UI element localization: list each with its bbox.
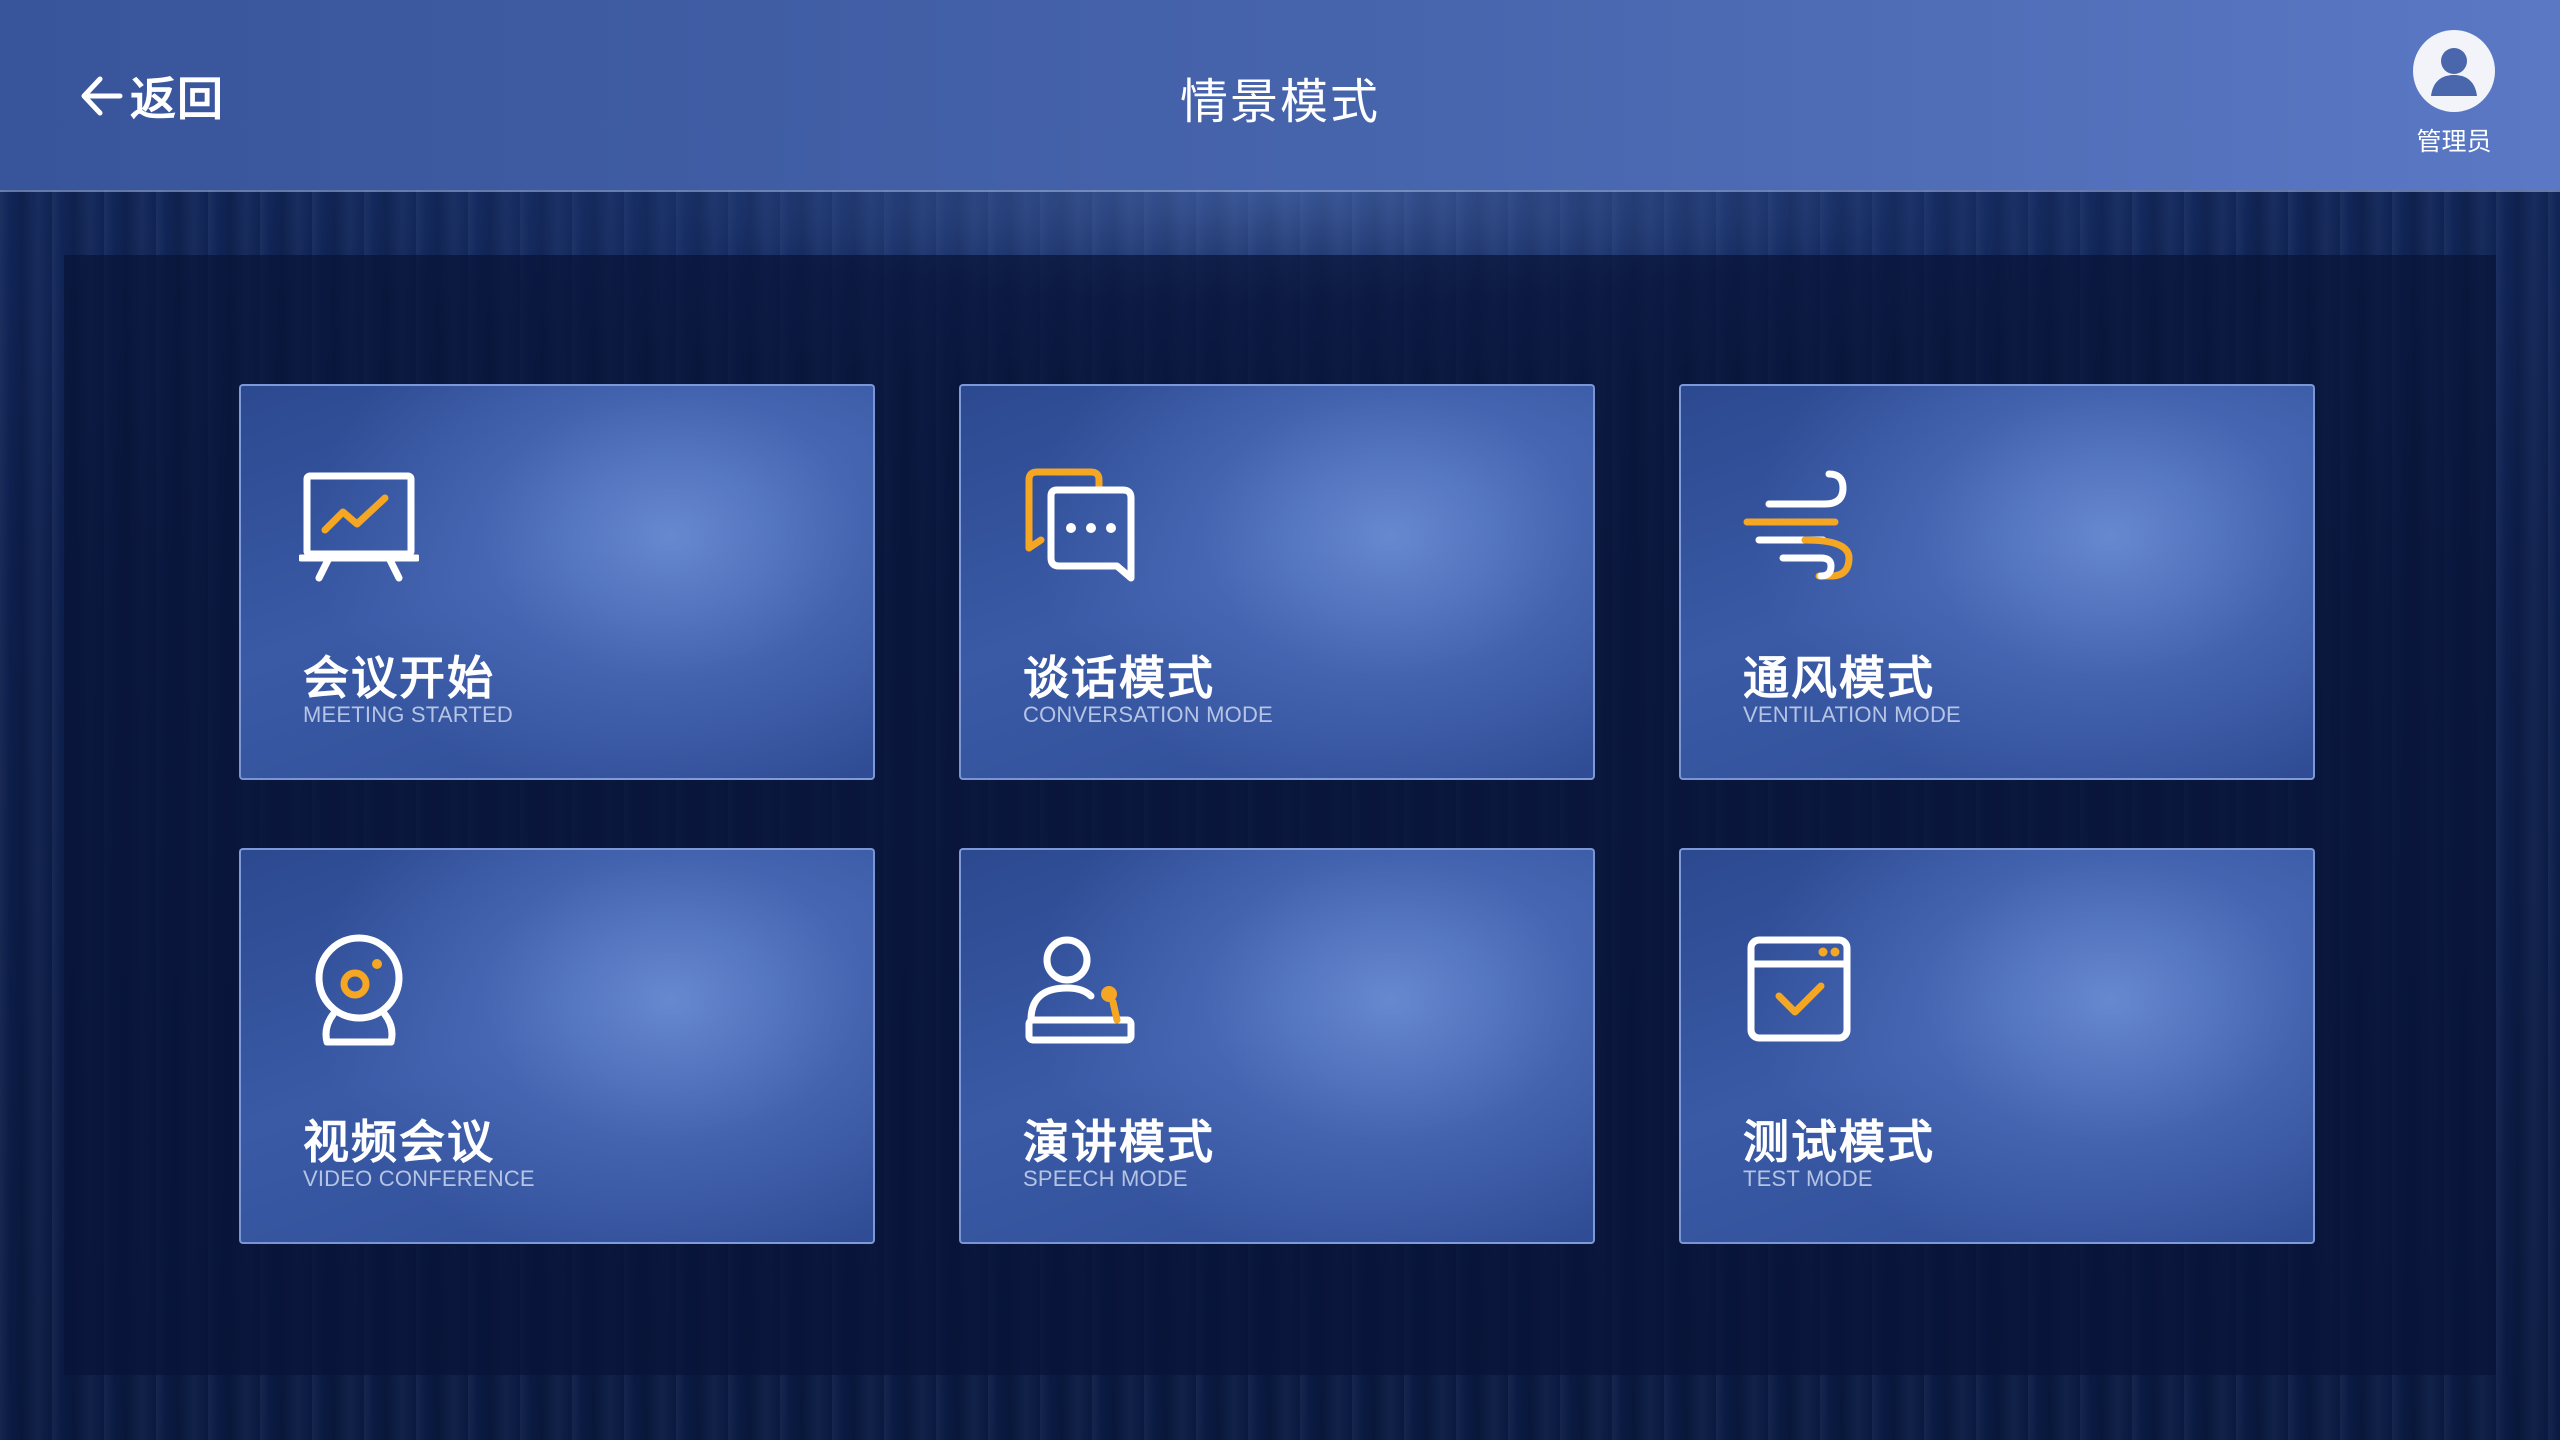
presentation-chart-icon xyxy=(297,466,421,586)
mode-subtitle: VENTILATION MODE xyxy=(1743,702,1961,727)
window-check-icon xyxy=(1739,930,1859,1050)
mode-subtitle: CONVERSATION MODE xyxy=(1023,702,1273,727)
avatar[interactable] xyxy=(2413,30,2495,112)
webcam-icon xyxy=(299,930,419,1050)
top-header: 返回 情景模式 管理员 xyxy=(0,0,2560,190)
user-name: 管理员 xyxy=(2416,127,2492,156)
mode-title: 通风模式 xyxy=(1743,651,1935,705)
mode-card-video-conference[interactable]: 视频会议 VIDEO CONFERENCE xyxy=(239,848,875,1244)
user-menu[interactable]: 管理员 xyxy=(2408,30,2500,158)
chat-bubbles-icon xyxy=(1019,466,1139,586)
scene-mode-screen: 返回 情景模式 管理员 会议开始 MEETING STARTED 谈话模式 CO… xyxy=(0,0,2560,1440)
mode-title: 视频会议 xyxy=(303,1115,495,1169)
speaker-podium-icon xyxy=(1019,930,1139,1050)
mode-title: 会议开始 xyxy=(303,651,495,705)
mode-title: 演讲模式 xyxy=(1023,1115,1215,1169)
mode-subtitle: VIDEO CONFERENCE xyxy=(303,1166,535,1191)
mode-panel: 会议开始 MEETING STARTED 谈话模式 CONVERSATION M… xyxy=(64,255,2496,1375)
mode-title: 谈话模式 xyxy=(1023,651,1215,705)
mode-title: 测试模式 xyxy=(1743,1115,1935,1169)
mode-grid: 会议开始 MEETING STARTED 谈话模式 CONVERSATION M… xyxy=(239,384,2321,1246)
mode-subtitle: TEST MODE xyxy=(1743,1166,1873,1191)
mode-card-speech[interactable]: 演讲模式 SPEECH MODE xyxy=(959,848,1595,1244)
mode-card-test[interactable]: 测试模式 TEST MODE xyxy=(1679,848,2315,1244)
mode-card-conversation[interactable]: 谈话模式 CONVERSATION MODE xyxy=(959,384,1595,780)
mode-card-ventilation[interactable]: 通风模式 VENTILATION MODE xyxy=(1679,384,2315,780)
user-icon xyxy=(2431,48,2477,96)
page-title: 情景模式 xyxy=(1179,74,1380,130)
mode-subtitle: SPEECH MODE xyxy=(1023,1166,1188,1191)
mode-card-meeting-started[interactable]: 会议开始 MEETING STARTED xyxy=(239,384,875,780)
mode-subtitle: MEETING STARTED xyxy=(303,702,513,727)
wind-icon xyxy=(1739,466,1859,586)
